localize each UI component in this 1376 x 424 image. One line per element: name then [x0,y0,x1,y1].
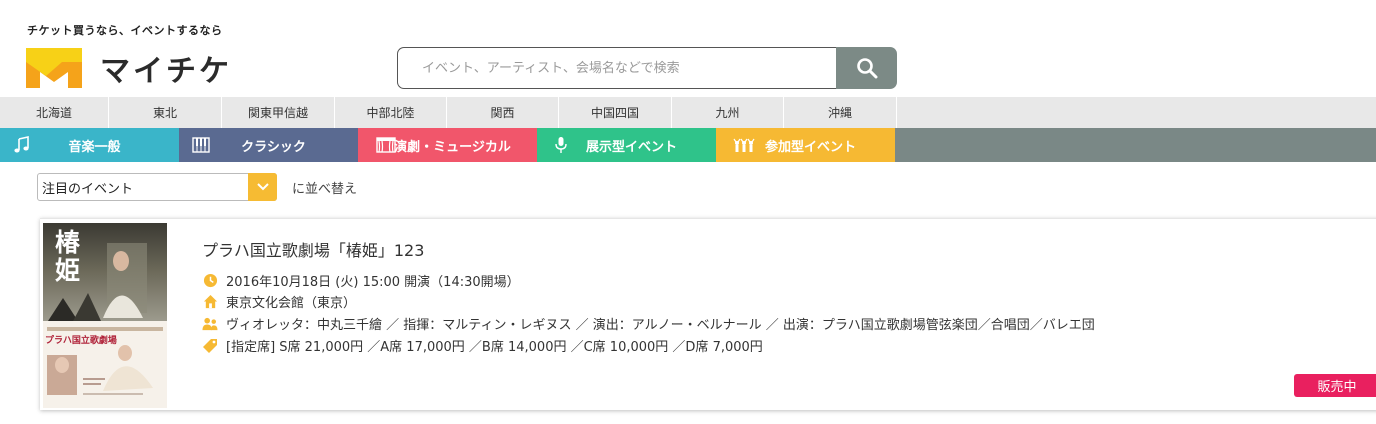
category-exhibition[interactable]: 展示型イベント [537,128,716,162]
venue-house-icon [202,294,218,310]
sort-select[interactable]: 注目のイベント [37,173,277,201]
region-item-tohoku[interactable]: 東北 [109,97,222,128]
sort-control: 注目のイベント に並べ替え [37,173,357,201]
region-nav: 北海道 東北 関東甲信越 中部北陸 関西 中国四国 九州 沖縄 [0,97,1376,128]
chevron-down-icon[interactable] [248,173,277,201]
sort-selected-value: 注目のイベント [42,181,134,197]
poster-subtitle-text: プラハ国立歌劇場 [45,336,117,346]
category-nav: 音楽一般 クラシック 演劇・ミュージカル 展示型イベント 参加型イベント [0,128,1376,162]
region-item-hokkaido[interactable]: 北海道 [0,97,109,128]
logo-mark-icon [26,48,82,88]
event-datetime-row: 2016年10月18日 (火) 15:00 開演（14:30開場） [202,271,520,290]
logo-text: マイチケ [100,54,232,89]
event-prices: [指定席] S席 21,000円 ／A席 17,000円 ／B席 14,000円… [226,340,763,355]
event-venue: 東京文化会館（東京） [226,296,357,311]
ticket-tag-icon [202,338,218,354]
sort-label: に並べ替え [292,181,358,197]
region-item-kansai[interactable]: 関西 [447,97,559,128]
event-cast-row: ヴィオレッタ：中丸三千繪 ／ 指揮：マルティン・レギヌス ／ 演出：アルノー・ベ… [202,314,1095,333]
event-title[interactable]: プラハ国立歌劇場「椿姫」123 [202,237,424,261]
search-bar [397,47,897,89]
event-venue-row: 東京文化会館（東京） [202,292,356,311]
site-logo[interactable]: マイチケ [26,46,232,90]
region-item-chubu[interactable]: 中部北陸 [335,97,447,128]
search-icon [856,58,877,79]
region-item-okinawa[interactable]: 沖縄 [784,97,897,128]
category-label: クラシック [241,139,306,155]
event-poster-image[interactable]: 椿姫 プラハ国立歌劇場 [43,223,167,408]
clock-icon [202,273,218,289]
event-card[interactable]: 椿姫 プラハ国立歌劇場 プラハ国立歌劇場「椿姫」123 2016年10月18日 … [40,218,1376,410]
category-classic[interactable]: クラシック [179,128,358,162]
event-datetime: 2016年10月18日 (火) 15:00 開演（14:30開場） [226,275,520,290]
event-cast: ヴィオレッタ：中丸三千繪 ／ 指揮：マルティン・レギヌス ／ 演出：アルノー・ベ… [226,318,1095,333]
category-label: 展示型イベント [585,139,677,155]
region-item-chugoku-shikoku[interactable]: 中国四国 [559,97,672,128]
site-tagline: チケット買うなら、イベントするなら [27,24,223,37]
event-price-row: [指定席] S席 21,000円 ／A席 17,000円 ／B席 14,000円… [202,336,763,355]
performers-icon [202,316,218,332]
search-button[interactable] [836,47,897,89]
category-theater[interactable]: 演劇・ミュージカル [358,128,537,162]
poster-title-text: 椿姫 [55,228,81,285]
status-badge[interactable]: 販売中 [1294,374,1376,397]
category-participation[interactable]: 参加型イベント [716,128,895,162]
category-label: 演劇・ミュージカル [394,139,511,155]
region-item-kanto[interactable]: 関東甲信越 [222,97,335,128]
category-music[interactable]: 音楽一般 [0,128,179,162]
category-label: 参加型イベント [764,139,856,155]
region-item-kyushu[interactable]: 九州 [672,97,784,128]
category-label: 音楽一般 [68,139,121,155]
search-input[interactable] [397,47,837,89]
